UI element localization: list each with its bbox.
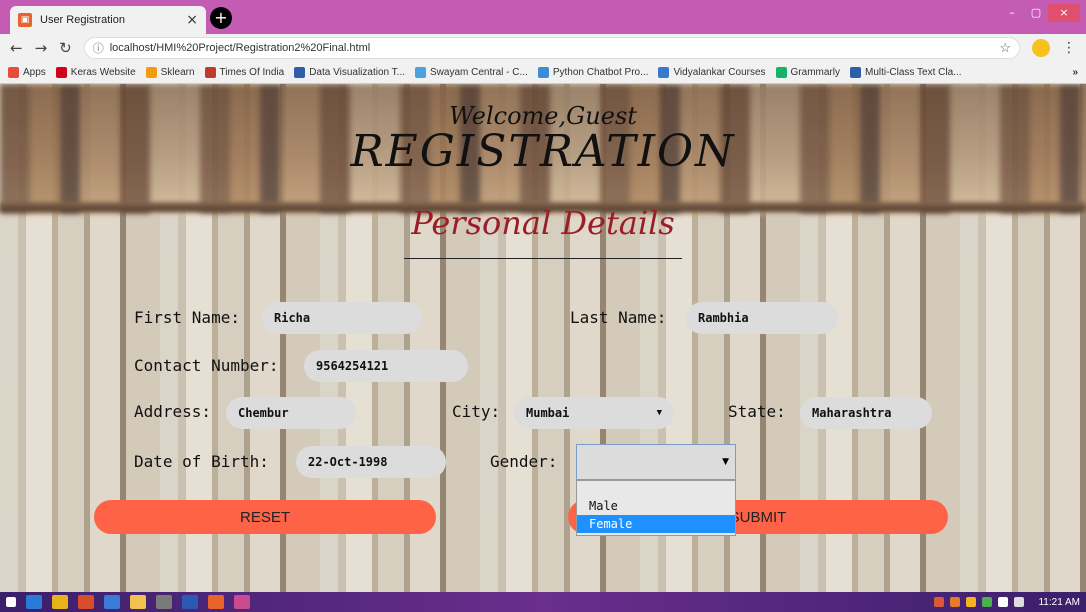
tab-favicon-icon: ▣ bbox=[18, 13, 32, 27]
city-label: City: bbox=[452, 402, 501, 421]
browser-tab-strip: ▣ User Registration × + – ▢ × bbox=[0, 0, 1086, 34]
volume-icon[interactable] bbox=[1014, 597, 1025, 607]
bookmark-star-icon[interactable]: ☆ bbox=[999, 40, 1011, 56]
bookmark-favicon-icon bbox=[775, 67, 787, 78]
bookmark-item[interactable]: Sklearn bbox=[145, 67, 195, 78]
bookmark-label: Data Visualization T... bbox=[309, 67, 405, 78]
profile-avatar-icon[interactable] bbox=[1032, 39, 1050, 57]
taskbar-clock: 11:21 AM bbox=[1038, 596, 1080, 608]
tray-icon[interactable] bbox=[950, 597, 961, 607]
city-select-value: Mumbai bbox=[526, 406, 570, 420]
gender-select[interactable]: ▼ bbox=[576, 444, 736, 480]
bookmark-favicon-icon bbox=[415, 67, 426, 78]
state-input[interactable]: Maharashtra bbox=[800, 397, 932, 429]
gender-label: Gender: bbox=[490, 452, 558, 471]
bookmark-item[interactable]: Python Chatbot Pro... bbox=[537, 67, 649, 78]
tray-icon[interactable] bbox=[966, 597, 977, 607]
state-label: State: bbox=[728, 402, 786, 421]
bookmark-label: Apps bbox=[23, 67, 46, 78]
bookmark-favicon-icon bbox=[294, 67, 306, 78]
bookmark-item[interactable]: Vidyalankar Courses bbox=[658, 67, 766, 78]
network-icon[interactable] bbox=[998, 597, 1009, 607]
tray-icon[interactable] bbox=[934, 597, 945, 607]
bookmark-favicon-icon bbox=[849, 67, 861, 78]
bookmark-label: Keras Website bbox=[70, 67, 136, 78]
browser-tab[interactable]: ▣ User Registration × bbox=[10, 6, 206, 34]
info-icon[interactable]: ⓘ bbox=[93, 40, 104, 56]
bookmark-item[interactable]: Data Visualization T... bbox=[294, 67, 405, 78]
address-bar[interactable]: ⓘ localhost/HMI%20Project/Registration2%… bbox=[83, 37, 1020, 59]
app-icon[interactable] bbox=[208, 595, 224, 609]
chevron-down-icon: ▼ bbox=[722, 457, 729, 467]
first-name-input[interactable]: Richa bbox=[262, 302, 422, 334]
page-content: Welcome,Guest REGISTRATION Personal Deta… bbox=[0, 84, 1086, 592]
browser-toolbar: ← → ↻ ⓘ localhost/HMI%20Project/Registra… bbox=[0, 34, 1086, 62]
gender-dropdown-list: Male Female bbox=[576, 480, 736, 536]
dob-label: Date of Birth: bbox=[134, 452, 269, 471]
tab-close-icon[interactable]: × bbox=[186, 12, 198, 28]
bookmark-item[interactable]: Multi-Class Text Cla... bbox=[849, 67, 962, 78]
bookmark-item[interactable]: Apps bbox=[8, 67, 46, 78]
apps-grid-icon bbox=[8, 67, 19, 78]
tab-title: User Registration bbox=[40, 14, 125, 26]
folder-icon[interactable] bbox=[130, 595, 146, 609]
bookmark-label: Sklearn bbox=[160, 67, 195, 78]
bookmark-item[interactable]: Times Of India bbox=[204, 67, 285, 78]
word-icon[interactable] bbox=[182, 595, 198, 609]
chevron-down-icon: ▼ bbox=[656, 408, 662, 418]
bookmark-item[interactable]: Grammarly bbox=[775, 67, 840, 78]
forward-arrow-icon[interactable]: → bbox=[35, 39, 48, 57]
ie-icon[interactable] bbox=[26, 595, 42, 609]
bookmark-favicon-icon bbox=[537, 67, 549, 78]
bookmark-favicon-icon bbox=[658, 67, 670, 78]
gender-option-female[interactable]: Female bbox=[577, 515, 735, 533]
bookmark-label: Multi-Class Text Cla... bbox=[864, 67, 962, 78]
bookmarks-overflow-icon[interactable]: » bbox=[1072, 67, 1078, 78]
windows-taskbar: 11:21 AM bbox=[0, 592, 1086, 612]
bookmark-item[interactable]: Swayam Central - C... bbox=[415, 67, 528, 78]
bookmark-favicon-icon bbox=[145, 67, 157, 78]
title-divider bbox=[404, 258, 682, 259]
close-window-button[interactable]: × bbox=[1048, 4, 1080, 22]
back-arrow-icon[interactable]: ← bbox=[10, 39, 23, 57]
new-tab-button[interactable]: + bbox=[210, 7, 232, 29]
app-icon[interactable] bbox=[156, 595, 172, 609]
dob-input[interactable]: 22-Oct-1998 bbox=[296, 446, 446, 478]
minimize-button[interactable]: – bbox=[1000, 4, 1024, 22]
first-name-label: First Name: bbox=[134, 308, 240, 327]
app-icon[interactable] bbox=[234, 595, 250, 609]
bookmark-label: Times Of India bbox=[219, 67, 285, 78]
tray-icon[interactable] bbox=[982, 597, 993, 607]
bookmark-item[interactable]: Keras Website bbox=[55, 67, 136, 78]
windows-start-icon[interactable] bbox=[6, 597, 16, 607]
system-tray: 11:21 AM bbox=[934, 597, 1080, 608]
bookmark-label: Swayam Central - C... bbox=[430, 67, 528, 78]
bookmark-label: Grammarly bbox=[790, 67, 840, 78]
section-title: Personal Details bbox=[411, 204, 675, 242]
app-icon[interactable] bbox=[104, 595, 120, 609]
bookmark-favicon-icon bbox=[55, 67, 67, 78]
bookmark-label: Python Chatbot Pro... bbox=[552, 67, 649, 78]
bookmarks-bar: Apps Keras Website Sklearn Times Of India Da… bbox=[0, 62, 1086, 84]
contact-number-label: Contact Number: bbox=[134, 356, 279, 375]
chrome-menu-icon[interactable]: ⋮ bbox=[1062, 40, 1076, 56]
app-icon[interactable] bbox=[78, 595, 94, 609]
url-text: localhost/HMI%20Project/Registration2%20… bbox=[109, 42, 371, 54]
chrome-icon[interactable] bbox=[52, 595, 68, 609]
bookmark-favicon-icon bbox=[204, 67, 216, 78]
window-controls: – ▢ × bbox=[1000, 4, 1080, 22]
bookmark-label: Vidyalankar Courses bbox=[673, 67, 766, 78]
last-name-label: Last Name: bbox=[570, 308, 667, 327]
gender-option-male[interactable]: Male bbox=[577, 497, 735, 515]
page-title: REGISTRATION bbox=[350, 126, 736, 177]
address-input[interactable]: Chembur bbox=[226, 397, 356, 429]
contact-number-input[interactable]: 9564254121 bbox=[304, 350, 468, 382]
last-name-input[interactable]: Rambhia bbox=[686, 302, 838, 334]
city-select[interactable]: Mumbai ▼ bbox=[514, 397, 674, 429]
reload-icon[interactable]: ↻ bbox=[59, 39, 72, 57]
reset-button[interactable]: RESET bbox=[94, 500, 436, 534]
address-label: Address: bbox=[134, 402, 212, 421]
maximize-button[interactable]: ▢ bbox=[1024, 4, 1048, 22]
